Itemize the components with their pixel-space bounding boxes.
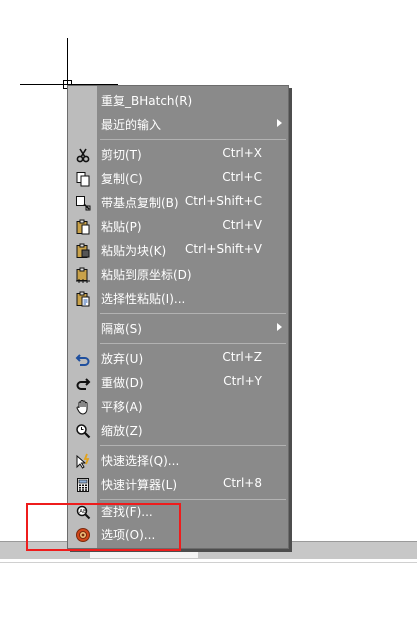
menu-item-label: 带基点复制(B) [101,196,179,210]
scissors-icon [74,146,91,163]
calculator-icon [74,476,91,493]
menu-item-copy-with-basepoint[interactable]: 带基点复制(B) Ctrl+Shift+C [68,190,288,214]
menu-item-quick-calculator[interactable]: 快速计算器(L) Ctrl+8 [68,472,288,496]
menu-item-zoom[interactable]: 缩放(Z) [68,418,288,442]
menu-item-cut[interactable]: 剪切(T) Ctrl+X [68,142,288,166]
highlight-annotation-box [26,503,181,551]
context-menu: 重复_BHatch(R) 最近的输入 剪切(T) Ctrl+X 复制(C) Ct… [67,85,289,549]
quick-select-icon [74,452,91,469]
menu-item-label: 快速计算器(L) [101,478,178,492]
menu-separator [100,445,286,446]
paste-as-block-icon [74,242,91,259]
undo-icon [74,350,91,367]
menu-item-pan[interactable]: 平移(A) [68,394,288,418]
menu-item-shortcut: Ctrl+X [222,146,262,160]
menu-item-label: 粘贴(P) [101,220,142,234]
paste-icon [74,218,91,235]
divider [0,562,417,563]
pan-hand-icon [74,398,91,415]
menu-item-label: 重复_BHatch(R) [101,94,193,108]
copy-with-basepoint-icon [74,194,91,211]
menu-item-paste-as-block[interactable]: 粘贴为块(K) Ctrl+Shift+V [68,238,288,262]
menu-item-isolate[interactable]: 隔离(S) [68,316,288,340]
menu-item-shortcut: Ctrl+8 [222,476,262,490]
menu-item-paste-special[interactable]: 选择性粘贴(I)... [68,286,288,310]
menu-item-label: 隔离(S) [101,322,142,336]
menu-item-label: 缩放(Z) [101,424,143,438]
menu-item-label: 粘贴为块(K) [101,244,167,258]
zoom-icon [74,422,91,439]
menu-item-shortcut: Ctrl+Shift+C [184,194,262,208]
menu-item-shortcut: Ctrl+Z [222,350,262,364]
paste-to-original-coords-icon [74,266,91,283]
submenu-arrow-icon [277,323,282,331]
menu-item-undo[interactable]: 放弃(U) Ctrl+Z [68,346,288,370]
menu-item-quick-select[interactable]: 快速选择(Q)... [68,448,288,472]
menu-item-paste[interactable]: 粘贴(P) Ctrl+V [68,214,288,238]
menu-separator [100,343,286,344]
menu-item-label: 复制(C) [101,172,143,186]
menu-item-redo[interactable]: 重做(D) Ctrl+Y [68,370,288,394]
submenu-arrow-icon [277,119,282,127]
menu-item-label: 平移(A) [101,400,143,414]
menu-item-label: 剪切(T) [101,148,142,162]
menu-item-label: 重做(D) [101,376,144,390]
menu-item-shortcut: Ctrl+Shift+V [185,242,262,256]
menu-item-paste-to-original-coords[interactable]: 粘贴到原坐标(D) [68,262,288,286]
menu-item-label: 最近的输入 [101,118,162,132]
menu-item-shortcut: Ctrl+C [222,170,262,184]
menu-item-shortcut: Ctrl+V [222,218,262,232]
menu-item-label: 粘贴到原坐标(D) [101,268,192,282]
menu-item-label: 选择性粘贴(I)... [101,292,186,306]
menu-item-copy[interactable]: 复制(C) Ctrl+C [68,166,288,190]
menu-item-label: 快速选择(Q)... [101,454,180,468]
menu-separator [100,139,286,140]
copy-icon [74,170,91,187]
menu-item-recent-input[interactable]: 最近的输入 [68,112,288,136]
menu-item-label: 放弃(U) [101,352,144,366]
menu-separator [100,313,286,314]
menu-item-repeat-bhatch[interactable]: 重复_BHatch(R) [68,88,288,112]
redo-icon [74,374,91,391]
paste-special-icon [74,290,91,307]
menu-item-shortcut: Ctrl+Y [223,374,262,388]
